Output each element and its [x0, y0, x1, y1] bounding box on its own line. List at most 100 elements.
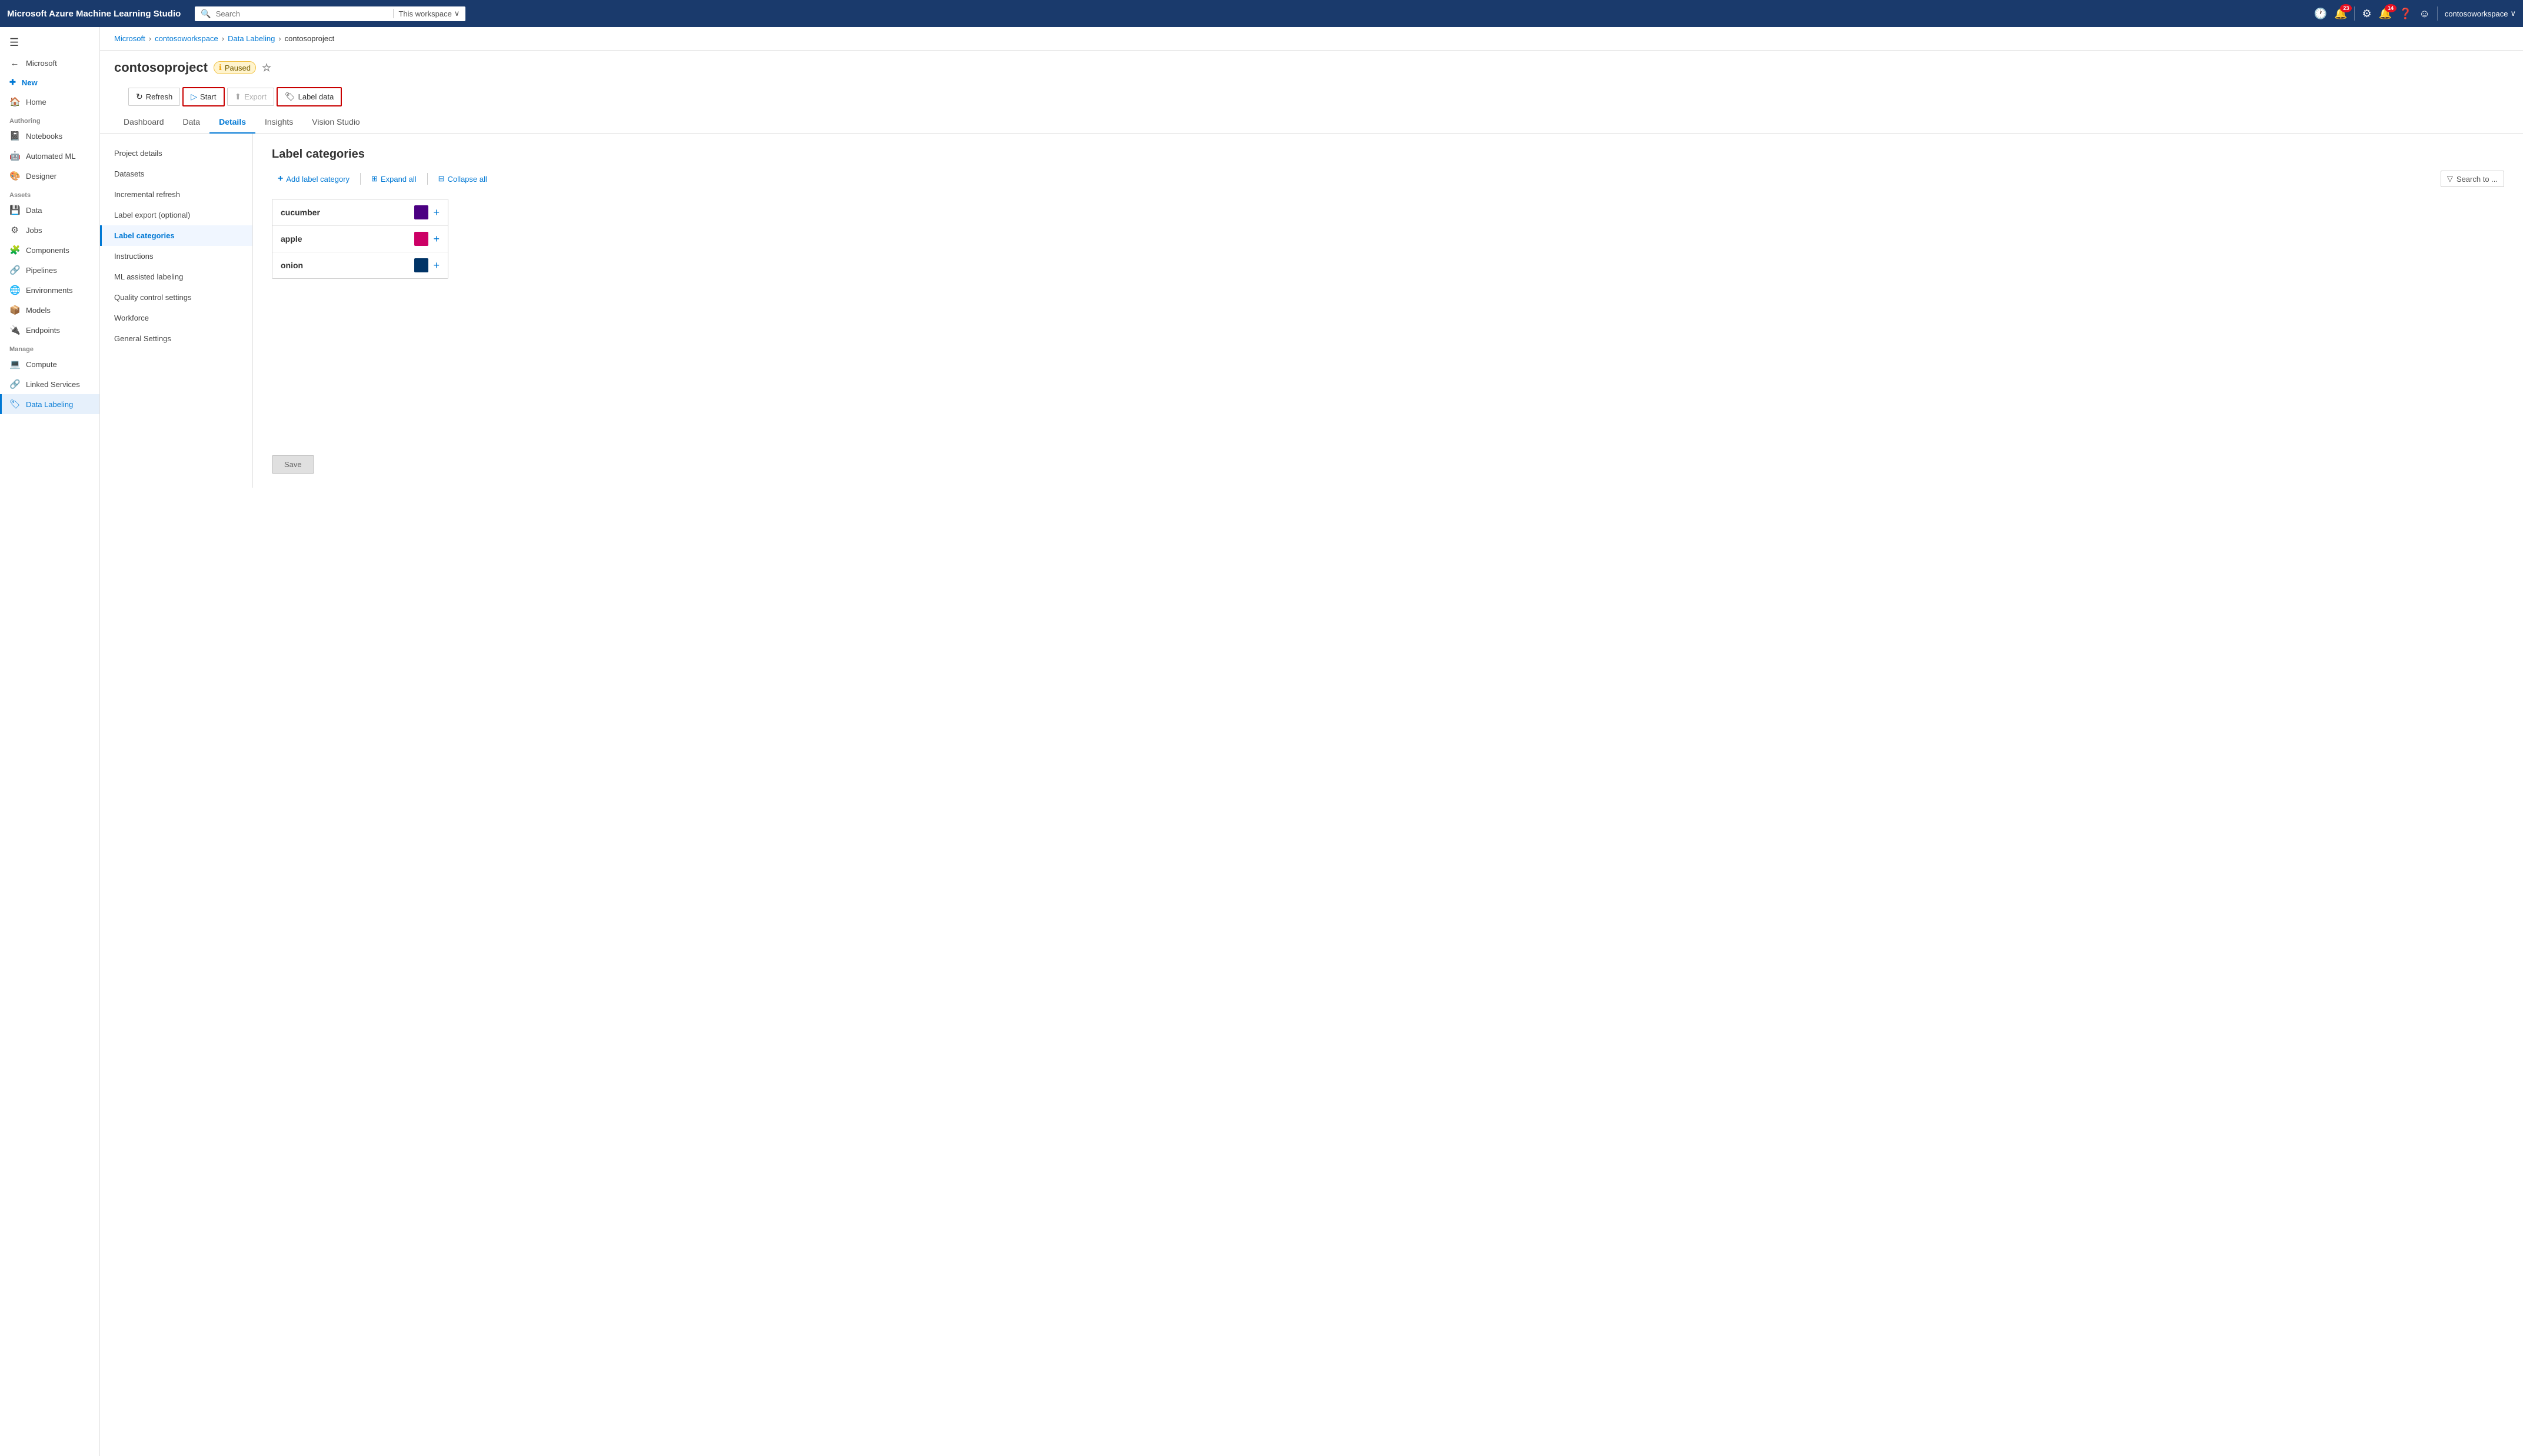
- star-icon[interactable]: ☆: [262, 62, 271, 74]
- sidebar-linked-services-label: Linked Services: [26, 380, 80, 389]
- detail-nav-instructions[interactable]: Instructions: [100, 246, 252, 266]
- search-box[interactable]: 🔍 This workspace ∨: [195, 6, 465, 21]
- tab-details[interactable]: Details: [209, 111, 255, 134]
- color-swatch-apple[interactable]: [414, 232, 428, 246]
- add-subcategory-cucumber[interactable]: +: [433, 207, 440, 218]
- search-scope[interactable]: This workspace ∨: [393, 9, 460, 18]
- endpoints-icon: 🔌: [9, 325, 20, 335]
- clock-icon[interactable]: 🕐: [2314, 8, 2327, 20]
- project-name: contosoproject: [114, 60, 208, 75]
- home-icon: 🏠: [9, 96, 20, 107]
- sidebar-components-label: Components: [26, 246, 69, 255]
- sidebar-item-pipelines[interactable]: 🔗 Pipelines: [0, 260, 99, 280]
- detail-nav-datasets[interactable]: Datasets: [100, 164, 252, 184]
- sidebar: ☰ ← Microsoft ✚ New 🏠 Home Authoring 📓 N…: [0, 27, 100, 1456]
- breadcrumb-sep1: ›: [149, 34, 151, 43]
- smiley-icon[interactable]: ☺: [2419, 8, 2429, 20]
- detail-nav-quality-control[interactable]: Quality control settings: [100, 287, 252, 308]
- topbar: Microsoft Azure Machine Learning Studio …: [0, 0, 2523, 27]
- sidebar-item-jobs[interactable]: ⚙ Jobs: [0, 220, 99, 240]
- save-area: Save: [272, 455, 2504, 474]
- save-button[interactable]: Save: [272, 455, 314, 474]
- tab-dashboard[interactable]: Dashboard: [114, 111, 174, 134]
- toolbar: ↻ Refresh ▷ Start ⬆ Export 🏷 Label data: [114, 82, 2509, 111]
- export-button[interactable]: ⬆ Export: [227, 88, 274, 106]
- search-categories-box[interactable]: ▽ Search to ...: [2441, 171, 2504, 187]
- detail-nav-workforce[interactable]: Workforce: [100, 308, 252, 328]
- detail-nav-general-settings[interactable]: General Settings: [100, 328, 252, 349]
- divider2: [2437, 6, 2438, 21]
- add-label-category-button[interactable]: + Add label category: [272, 171, 355, 187]
- label-actions-cucumber: +: [414, 205, 440, 219]
- sidebar-item-compute[interactable]: 💻 Compute: [0, 354, 99, 374]
- tab-data[interactable]: Data: [174, 111, 210, 134]
- breadcrumb-microsoft[interactable]: Microsoft: [114, 34, 145, 43]
- user-menu[interactable]: contosoworkspace ∨: [2445, 9, 2516, 18]
- label-category-onion: onion +: [272, 252, 448, 278]
- sidebar-item-notebooks[interactable]: 📓 Notebooks: [0, 126, 99, 146]
- search-input[interactable]: [216, 9, 389, 18]
- data-icon: 💾: [9, 205, 20, 215]
- detail-nav-project-details[interactable]: Project details: [100, 143, 252, 164]
- detail-nav-ml-assisted[interactable]: ML assisted labeling: [100, 266, 252, 287]
- pipelines-icon: 🔗: [9, 265, 20, 275]
- environments-icon: 🌐: [9, 285, 20, 295]
- content-area: Microsoft › contosoworkspace › Data Labe…: [100, 27, 2523, 1456]
- sidebar-item-endpoints[interactable]: 🔌 Endpoints: [0, 320, 99, 340]
- hamburger-button[interactable]: ☰: [0, 32, 99, 54]
- notebooks-icon: 📓: [9, 131, 20, 141]
- label-categories-toolbar: + Add label category ⊞ Expand all ⊟ Coll…: [272, 171, 2504, 187]
- authoring-section-label: Authoring: [0, 112, 99, 126]
- components-icon: 🧩: [9, 245, 20, 255]
- breadcrumb-sep3: ›: [278, 34, 281, 43]
- sidebar-item-data-labeling[interactable]: 🏷 Data Labeling: [0, 394, 99, 414]
- alerts-icon[interactable]: 🔔 14: [2379, 8, 2392, 20]
- page-header: contosoproject ℹ Paused ☆ ↻ Refresh ▷ St…: [100, 51, 2523, 111]
- label-name-cucumber: cucumber: [281, 208, 320, 217]
- sidebar-item-components[interactable]: 🧩 Components: [0, 240, 99, 260]
- breadcrumb-data-labeling[interactable]: Data Labeling: [228, 34, 275, 43]
- color-swatch-cucumber[interactable]: [414, 205, 428, 219]
- export-icon: ⬆: [235, 92, 242, 102]
- tab-insights[interactable]: Insights: [255, 111, 302, 134]
- detail-nav-incremental-refresh[interactable]: Incremental refresh: [100, 184, 252, 205]
- detail-nav-label-categories[interactable]: Label categories: [100, 225, 252, 246]
- label-category-cucumber: cucumber +: [272, 199, 448, 226]
- refresh-button[interactable]: ↻ Refresh: [128, 88, 180, 106]
- new-button[interactable]: ✚ New: [0, 73, 99, 92]
- status-info-icon: ℹ: [219, 63, 222, 72]
- sidebar-notebooks-label: Notebooks: [26, 132, 62, 141]
- sidebar-item-environments[interactable]: 🌐 Environments: [0, 280, 99, 300]
- sidebar-item-data[interactable]: 💾 Data: [0, 200, 99, 220]
- toolbar-divider1: [360, 173, 361, 185]
- start-icon: ▷: [191, 92, 197, 102]
- detail-nav-label-export[interactable]: Label export (optional): [100, 205, 252, 225]
- label-data-button[interactable]: 🏷 Label data: [277, 87, 342, 106]
- add-label-label: Add label category: [286, 175, 350, 184]
- settings-icon[interactable]: ⚙: [2362, 8, 2371, 20]
- sidebar-home-label: Home: [26, 98, 46, 106]
- status-text: Paused: [225, 64, 251, 72]
- alerts-badge: 14: [2385, 4, 2396, 12]
- project-title-row: contosoproject ℹ Paused ☆: [114, 60, 2509, 75]
- breadcrumb-workspace[interactable]: contosoworkspace: [155, 34, 218, 43]
- sidebar-item-designer[interactable]: 🎨 Designer: [0, 166, 99, 186]
- notifications-icon[interactable]: 🔔 23: [2334, 8, 2347, 20]
- tabs: Dashboard Data Details Insights Vision S…: [100, 111, 2523, 134]
- start-button[interactable]: ▷ Start: [182, 87, 224, 106]
- add-subcategory-apple[interactable]: +: [433, 234, 440, 244]
- assets-section-label: Assets: [0, 186, 99, 200]
- tab-vision-studio[interactable]: Vision Studio: [302, 111, 369, 134]
- add-subcategory-onion[interactable]: +: [433, 260, 440, 271]
- sidebar-item-automated-ml[interactable]: 🤖 Automated ML: [0, 146, 99, 166]
- collapse-all-button[interactable]: ⊟ Collapse all: [432, 171, 493, 186]
- sidebar-item-home[interactable]: 🏠 Home: [0, 92, 99, 112]
- color-swatch-onion[interactable]: [414, 258, 428, 272]
- sidebar-item-back[interactable]: ← Microsoft: [0, 54, 99, 73]
- expand-all-button[interactable]: ⊞ Expand all: [365, 171, 422, 186]
- collapse-icon: ⊟: [438, 174, 445, 184]
- sidebar-item-linked-services[interactable]: 🔗 Linked Services: [0, 374, 99, 394]
- help-icon[interactable]: ❓: [2399, 8, 2412, 20]
- sidebar-item-models[interactable]: 📦 Models: [0, 300, 99, 320]
- sidebar-endpoints-label: Endpoints: [26, 326, 60, 335]
